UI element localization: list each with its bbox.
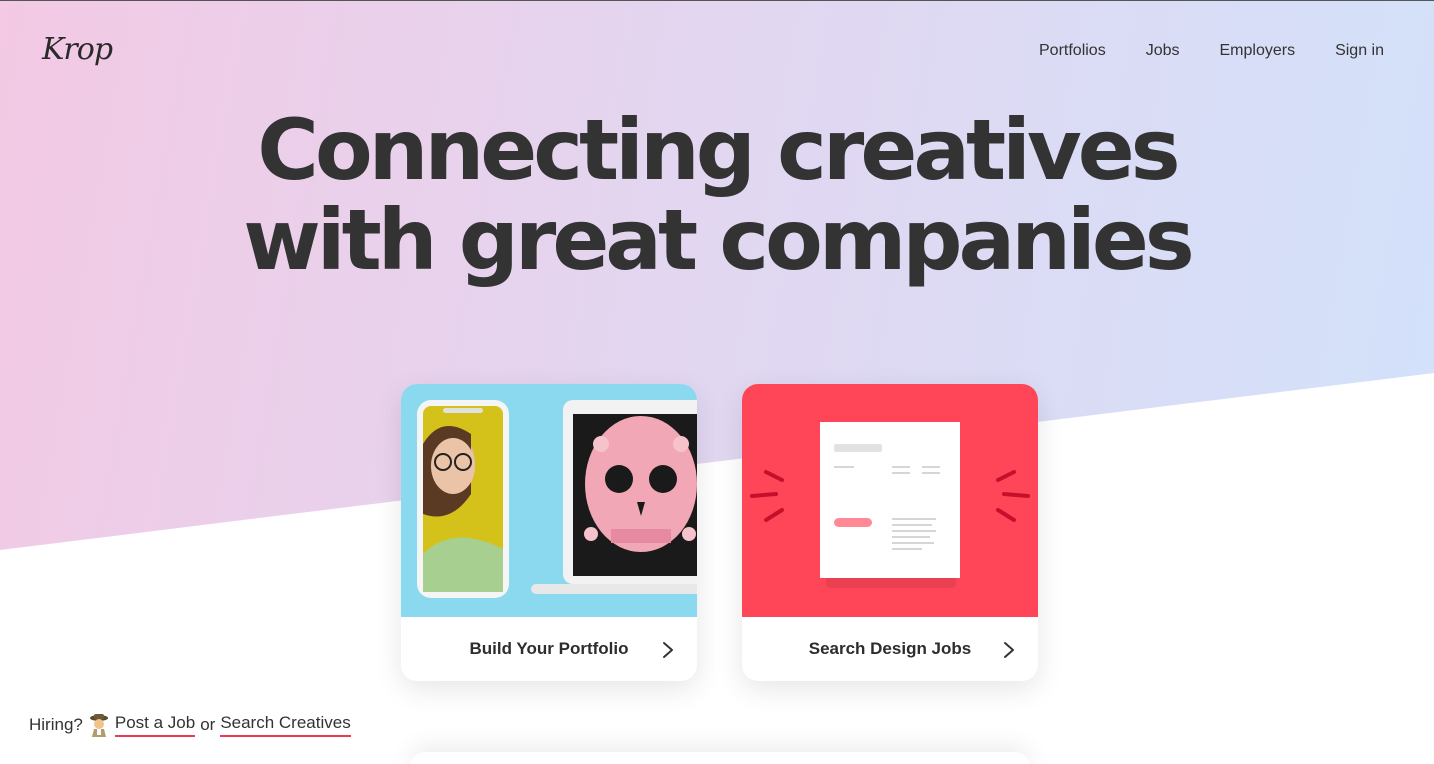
- detective-emoji-icon: [89, 714, 108, 737]
- nav-employers[interactable]: Employers: [1220, 42, 1296, 60]
- nav-jobs[interactable]: Jobs: [1146, 42, 1180, 60]
- jobs-illustration: [742, 384, 1038, 617]
- main-nav: Portfolios Jobs Employers Sign in: [1039, 42, 1384, 60]
- next-section-card: [410, 752, 1030, 764]
- chevron-right-icon: [1004, 642, 1014, 658]
- search-creatives-link[interactable]: Search Creatives: [220, 713, 351, 737]
- headline-line-1: Connecting creatives: [257, 101, 1180, 199]
- portfolio-illustration: [401, 384, 697, 617]
- window-top-border: [0, 0, 1434, 1]
- hiring-bar: Hiring? Post a Job or Search Creatives: [29, 713, 351, 737]
- or-text: or: [200, 715, 216, 734]
- card-footer: Build Your Portfolio: [401, 617, 697, 681]
- nav-portfolios[interactable]: Portfolios: [1039, 42, 1106, 60]
- build-portfolio-card[interactable]: Build Your Portfolio: [401, 384, 697, 681]
- krop-logo[interactable]: Krop: [42, 32, 113, 67]
- nav-sign-in[interactable]: Sign in: [1335, 42, 1384, 60]
- search-jobs-label: Search Design Jobs: [808, 639, 972, 658]
- hiring-prefix: Hiring?: [29, 715, 83, 734]
- chevron-right-icon: [663, 642, 673, 658]
- card-footer: Search Design Jobs: [742, 617, 1038, 681]
- post-job-link[interactable]: Post a Job: [114, 713, 196, 737]
- hero-headline: Connecting creatives with great companie…: [0, 105, 1434, 285]
- headline-line-2: with great companies: [243, 191, 1195, 289]
- build-portfolio-label: Build Your Portfolio: [469, 639, 629, 658]
- search-jobs-card[interactable]: Search Design Jobs: [742, 384, 1038, 681]
